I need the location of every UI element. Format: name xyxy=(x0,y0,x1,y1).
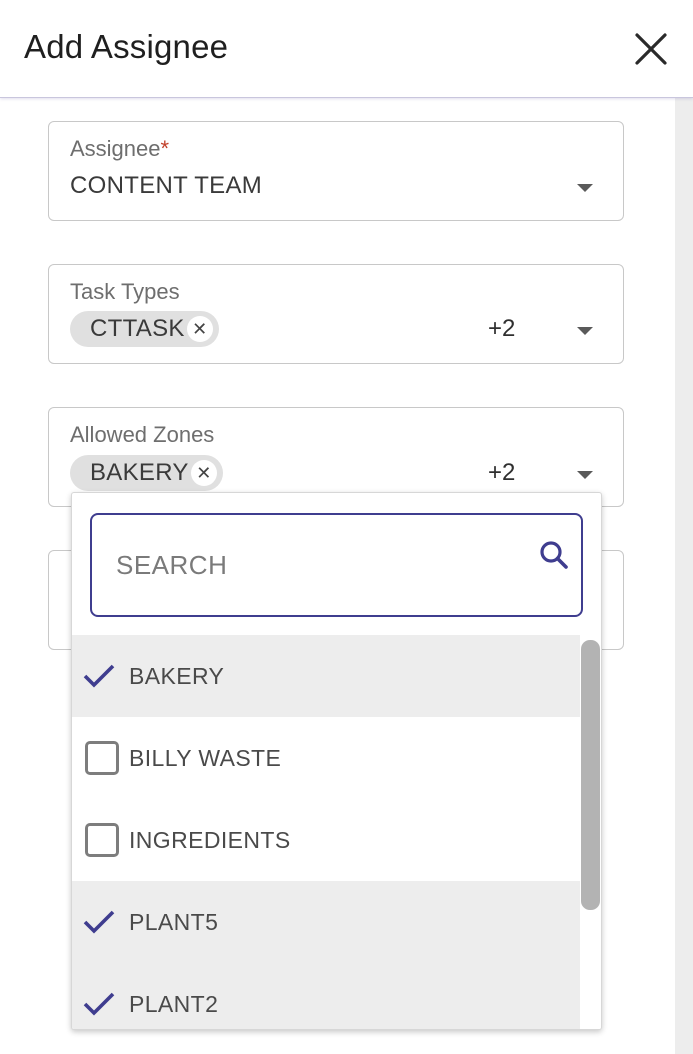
option-label: INGREDIENTS xyxy=(129,827,291,853)
chip-remove-button[interactable]: ✕ xyxy=(186,316,213,342)
zones-dropdown: BAKERY BILLY WASTE INGREDIENTS PLANT5 PL… xyxy=(71,492,602,1030)
option-plant2[interactable]: PLANT2 xyxy=(72,963,580,1029)
scroll-gutter xyxy=(675,98,693,1054)
chevron-down-icon[interactable] xyxy=(577,471,593,479)
assignee-value: CONTENT TEAM xyxy=(70,172,263,199)
scrollbar-thumb[interactable] xyxy=(581,640,600,910)
close-button[interactable] xyxy=(630,28,672,70)
search-icon[interactable] xyxy=(538,539,570,571)
checkbox[interactable] xyxy=(85,741,119,775)
chevron-down-icon[interactable] xyxy=(577,184,593,192)
more-count: +2 xyxy=(488,315,516,342)
assignee-select[interactable]: Assignee* CONTENT TEAM xyxy=(48,121,624,221)
chip-label: BAKERY xyxy=(90,459,189,486)
chip-remove-button[interactable]: ✕ xyxy=(190,460,217,486)
option-billy-waste[interactable]: BILLY WASTE xyxy=(72,717,580,799)
option-label: BAKERY xyxy=(129,663,225,689)
more-count: +2 xyxy=(488,459,516,486)
search-box xyxy=(90,513,583,617)
task-type-chip: CTTASK ✕ xyxy=(70,311,219,347)
allowed-zones-label: Allowed Zones xyxy=(70,422,215,447)
option-bakery[interactable]: BAKERY xyxy=(72,635,580,717)
option-label: BILLY WASTE xyxy=(129,745,282,771)
search-input[interactable] xyxy=(116,545,516,585)
checkbox[interactable] xyxy=(85,823,119,857)
check-icon xyxy=(83,664,115,688)
dialog-header: Add Assignee xyxy=(0,0,693,98)
required-marker: * xyxy=(160,136,170,161)
option-ingredients[interactable]: INGREDIENTS xyxy=(72,799,580,881)
task-types-select[interactable]: Task Types CTTASK ✕ +2 xyxy=(48,264,624,364)
option-label: PLANT5 xyxy=(129,909,219,935)
chip-label: CTTASK xyxy=(90,315,185,342)
task-types-label: Task Types xyxy=(70,279,180,304)
zone-chip: BAKERY ✕ xyxy=(70,455,223,491)
option-plant5[interactable]: PLANT5 xyxy=(72,881,580,963)
close-icon xyxy=(635,33,667,65)
option-label: PLANT2 xyxy=(129,991,219,1017)
check-icon xyxy=(83,992,115,1016)
chevron-down-icon[interactable] xyxy=(577,327,593,335)
assignee-label: Assignee* xyxy=(70,136,170,161)
check-icon xyxy=(83,910,115,934)
dialog-title: Add Assignee xyxy=(24,28,229,65)
